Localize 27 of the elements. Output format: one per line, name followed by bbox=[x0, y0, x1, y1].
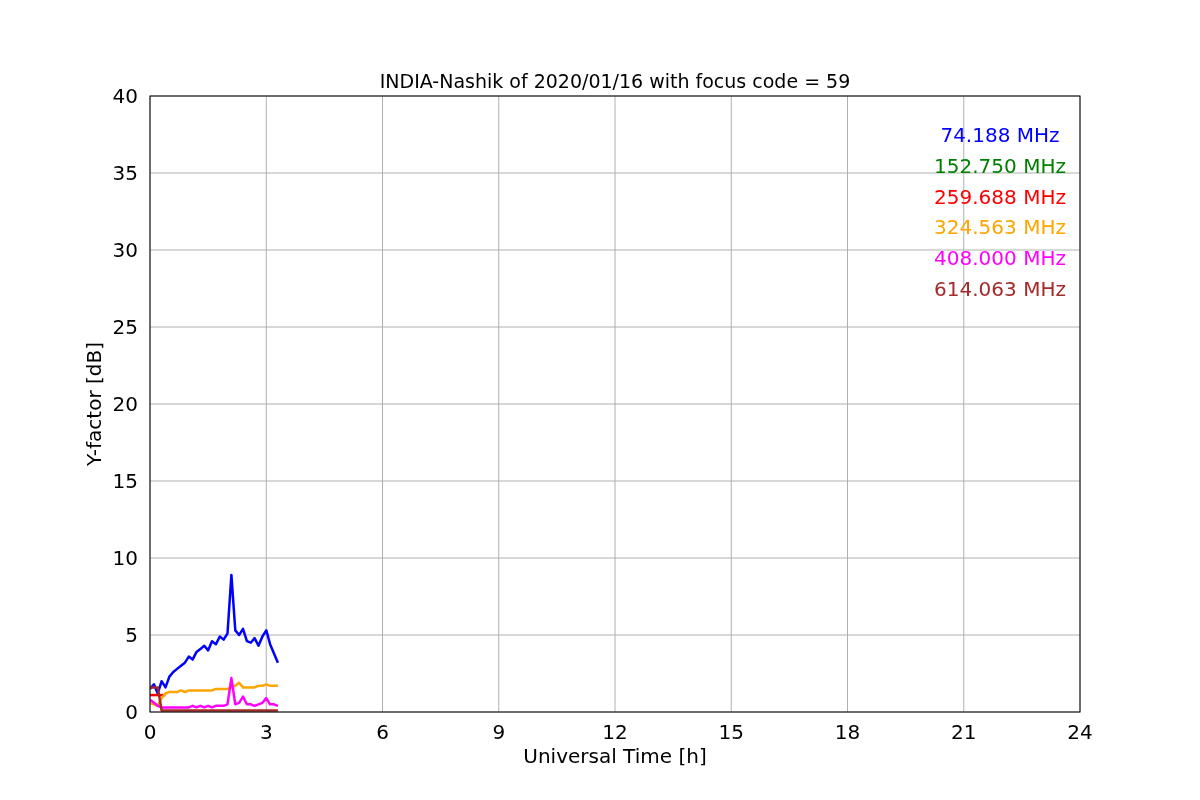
tick-label: 0 bbox=[125, 700, 138, 724]
y-axis-label: Y-factor [dB] bbox=[82, 342, 106, 466]
tick-label: 0 bbox=[143, 720, 157, 744]
tick-label: 3 bbox=[259, 720, 273, 744]
tick-label: 12 bbox=[602, 720, 628, 744]
tick-label: 15 bbox=[718, 720, 744, 744]
legend-label: 324.563 MHz bbox=[934, 215, 1066, 240]
tick-label: 9 bbox=[492, 720, 506, 744]
legend-label: 408.000 MHz bbox=[934, 246, 1066, 271]
tick-label: 25 bbox=[112, 315, 138, 339]
legend-label: 74.188 MHz bbox=[940, 123, 1060, 147]
tick-label: 18 bbox=[834, 720, 861, 744]
tick-label: 6 bbox=[376, 720, 389, 744]
tick-label: 35 bbox=[112, 161, 138, 185]
chart-title: INDIA-Nashik of 2020/01/16 with focus code = 59 bbox=[379, 70, 851, 92]
tick-label: 5 bbox=[125, 623, 138, 647]
tick-label: 15 bbox=[112, 469, 138, 493]
x-axis-label: Universal Time [h] bbox=[523, 744, 707, 768]
legend-label: 259.688 MHz bbox=[934, 184, 1066, 209]
tick-label: 21 bbox=[951, 720, 977, 744]
tick-label: 24 bbox=[1067, 720, 1093, 744]
tick-label: 30 bbox=[112, 238, 138, 262]
tick-label: 40 bbox=[112, 84, 138, 108]
legend-label: 614.063 MHz bbox=[934, 277, 1066, 301]
tick-label: 10 bbox=[112, 546, 138, 570]
legend-label: 152.750 MHz bbox=[934, 153, 1066, 178]
tick-label: 20 bbox=[112, 392, 138, 416]
